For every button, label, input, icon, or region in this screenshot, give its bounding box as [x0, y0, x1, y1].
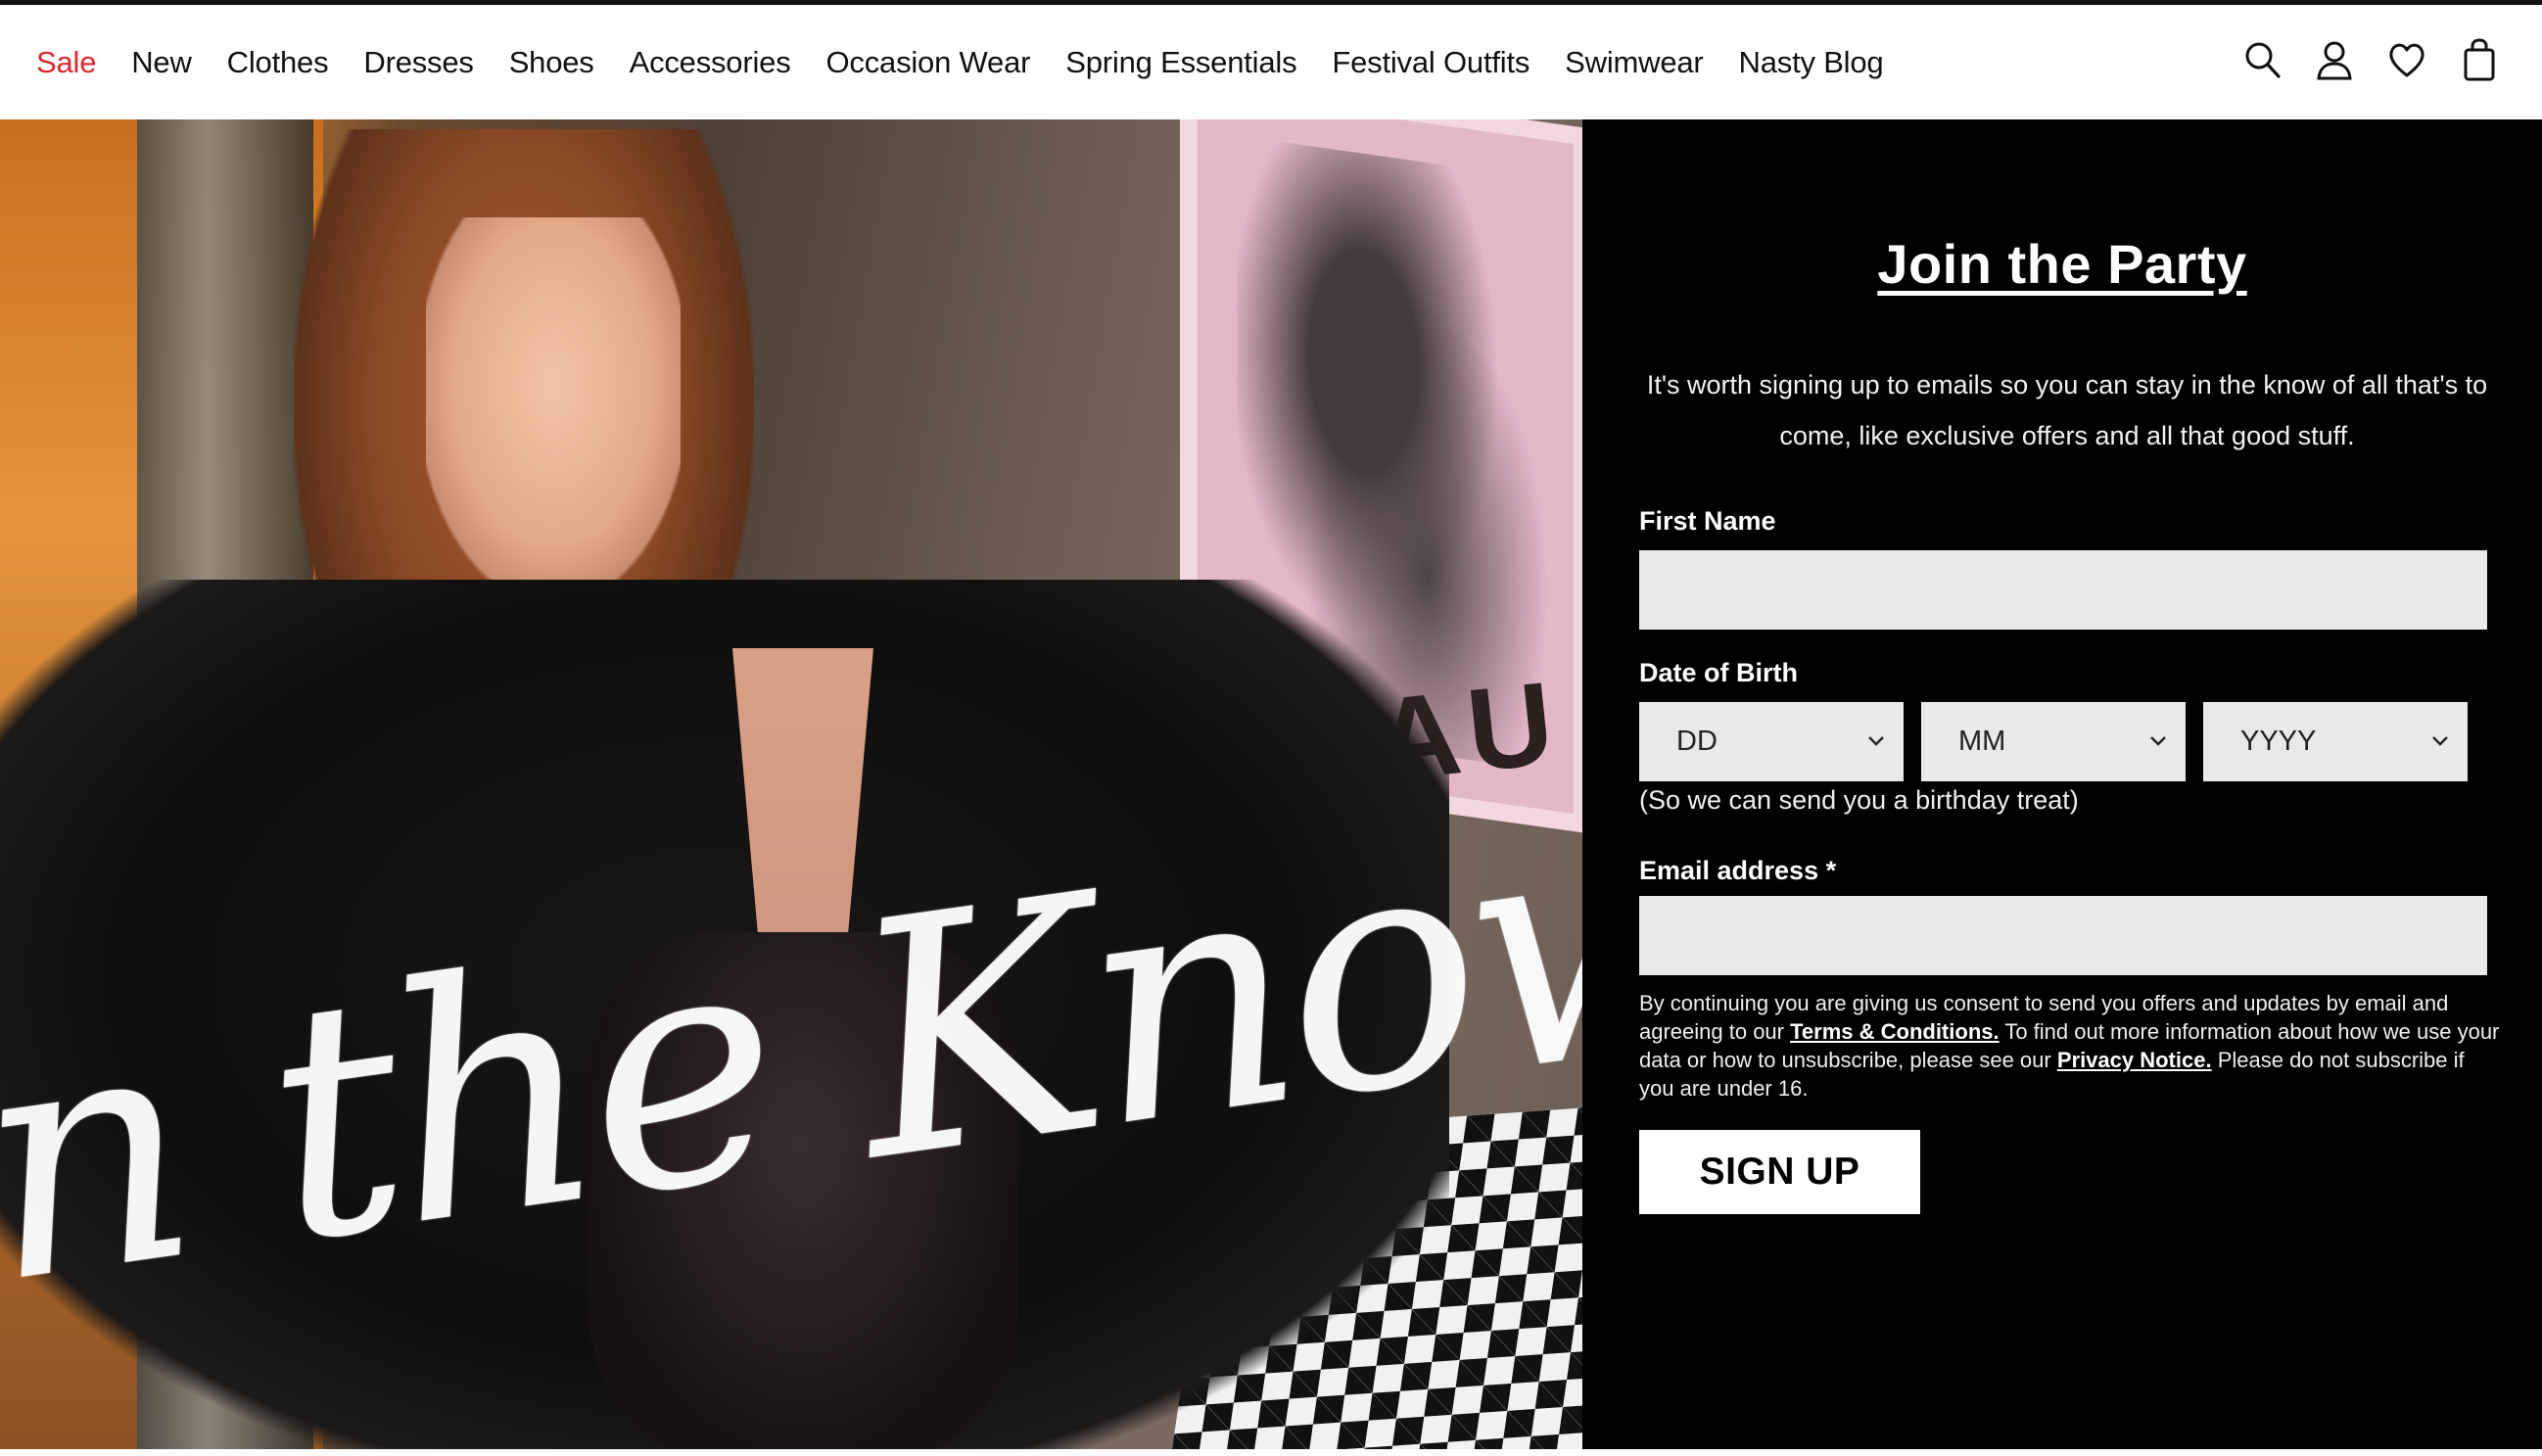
dob-year-value: YYYY	[2240, 726, 2317, 757]
nav-item-sale[interactable]: Sale	[36, 45, 96, 80]
search-icon[interactable]	[2242, 38, 2282, 81]
nav-item-accessories[interactable]: Accessories	[630, 45, 791, 80]
privacy-link[interactable]: Privacy Notice.	[2057, 1048, 2212, 1072]
header-icons	[2242, 38, 2499, 81]
sign-up-button[interactable]: SIGN UP	[1639, 1130, 1920, 1214]
dob-hint: (So we can send you a birthday treat)	[1639, 785, 2079, 815]
dob-year-select[interactable]: YYYY	[2203, 702, 2468, 781]
consent-text: By continuing you are giving us consent …	[1639, 989, 2501, 1103]
nav-item-occasion-wear[interactable]: Occasion Wear	[826, 45, 1031, 80]
newsletter-signup-panel: Join the Party It's worth signing up to …	[1582, 119, 2542, 1449]
email-input[interactable]	[1639, 896, 2487, 975]
main-nav: Sale New Clothes Dresses Shoes Accessori…	[36, 5, 1918, 119]
nav-item-new[interactable]: New	[131, 45, 192, 80]
dob-day-select[interactable]: DD	[1639, 702, 1904, 781]
shopping-bag-icon[interactable]	[2460, 38, 2499, 81]
nav-item-shoes[interactable]: Shoes	[509, 45, 594, 80]
nav-item-spring-essentials[interactable]: Spring Essentials	[1065, 45, 1296, 80]
hero-image: FAU n the Know	[0, 119, 1582, 1449]
dob-month-value: MM	[1958, 726, 2006, 757]
heart-icon[interactable]	[2387, 38, 2426, 81]
hero-model-face	[426, 217, 681, 589]
signup-intro: It's worth signing up to emails so you c…	[1646, 370, 2488, 450]
dob-month-select[interactable]: MM	[1921, 702, 2186, 781]
account-icon[interactable]	[2315, 38, 2354, 81]
nav-item-dresses[interactable]: Dresses	[363, 45, 473, 80]
email-label: Email address *	[1639, 856, 1837, 885]
signup-title: Join the Party	[1877, 233, 2247, 295]
date-of-birth-label: Date of Birth	[1639, 658, 1798, 687]
terms-link[interactable]: Terms & Conditions.	[1790, 1019, 2000, 1044]
top-navigation-bar: Sale New Clothes Dresses Shoes Accessori…	[0, 0, 2542, 119]
chevron-down-icon	[2150, 736, 2166, 746]
first-name-label: First Name	[1639, 506, 1776, 536]
chevron-down-icon	[2432, 736, 2448, 746]
first-name-input[interactable]	[1639, 550, 2487, 630]
nav-item-nasty-blog[interactable]: Nasty Blog	[1739, 45, 1884, 80]
chevron-down-icon	[1868, 736, 1884, 746]
nav-item-festival-outfits[interactable]: Festival Outfits	[1332, 45, 1530, 80]
dob-day-value: DD	[1676, 726, 1718, 757]
nav-item-clothes[interactable]: Clothes	[227, 45, 329, 80]
nav-item-swimwear[interactable]: Swimwear	[1565, 45, 1704, 80]
